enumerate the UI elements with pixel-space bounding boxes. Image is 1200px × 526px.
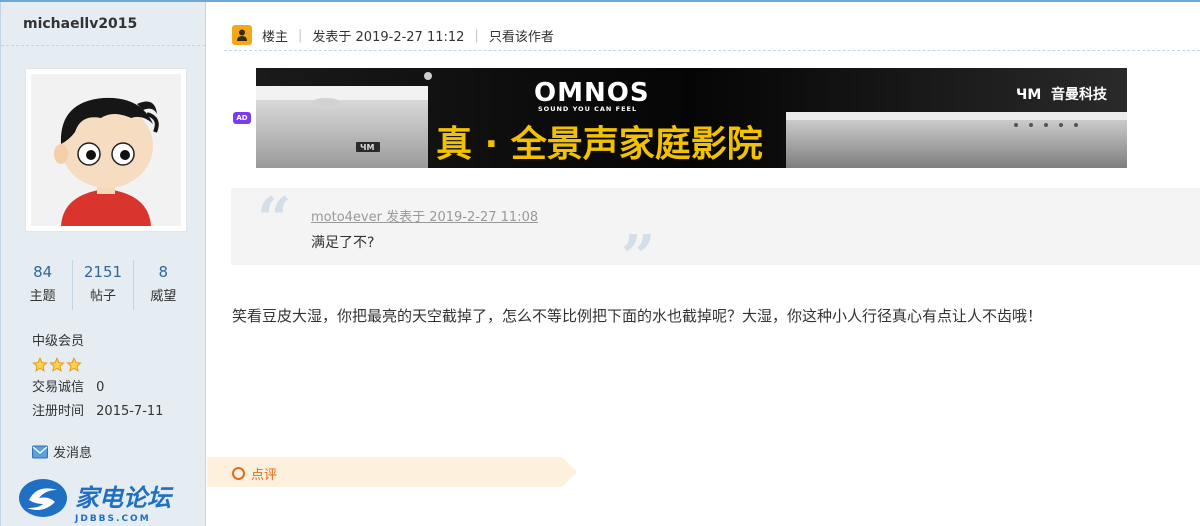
stat-label: 主题 xyxy=(29,289,56,304)
header-divider xyxy=(224,50,1200,51)
envelope-icon xyxy=(32,445,48,458)
stat-value: 84 xyxy=(33,263,53,281)
ad-banner-image: ЧМ OMNOS SOUND YOU CAN FEEL 真 · 全景声家庭影院 … xyxy=(256,68,1127,168)
stat-prestige[interactable]: 8 威望 xyxy=(132,260,193,310)
member-rank[interactable]: 中级会员 xyxy=(32,330,163,354)
trade-credit-value[interactable]: 0 xyxy=(96,380,104,395)
thread-owner-icon xyxy=(232,25,252,45)
company-mark: ЧМ xyxy=(1016,87,1041,103)
ad-banner[interactable]: ЧМ OMNOS SOUND YOU CAN FEEL 真 · 全景声家庭影院 … xyxy=(256,68,1127,168)
comment-icon xyxy=(232,467,245,480)
rank-stars xyxy=(32,354,163,376)
post-header: 楼主 | 发表于 2019-2-27 11:12 | 只看该作者 xyxy=(232,20,554,50)
brand-name: OMNOS xyxy=(534,78,650,108)
logo-domain: JDBBS.COM xyxy=(74,514,151,524)
register-date-label: 注册时间 xyxy=(32,404,85,419)
star-icon xyxy=(66,357,82,372)
site-logo[interactable]: 家电论坛 JDBBS.COM xyxy=(15,474,195,526)
thread-owner-label: 楼主 xyxy=(262,29,289,45)
open-quote-icon: “ xyxy=(257,185,292,255)
post-content: 笑看豆皮大湿，你把最亮的天空截掉了，怎么不等比例把下面的水也截掉呢？大湿，你这种… xyxy=(232,307,1043,325)
stat-threads[interactable]: 84 主题 xyxy=(13,260,72,310)
post-page: michaellv2015 84 主题 2151 帖子 8 威望 中级会员 交易… xyxy=(0,0,1200,526)
avatar[interactable] xyxy=(25,68,187,232)
author-stats: 84 主题 2151 帖子 8 威望 xyxy=(13,260,193,310)
stat-label: 威望 xyxy=(150,289,177,304)
avatar-cartoon-icon xyxy=(31,74,181,226)
author-sidebar: michaellv2015 84 主题 2151 帖子 8 威望 中级会员 交易… xyxy=(0,2,206,526)
stat-value: 2151 xyxy=(83,263,123,281)
send-message-link[interactable]: 发消息 xyxy=(32,442,92,461)
quote-author-link[interactable]: moto4ever 发表于 2019-2-27 11:08 xyxy=(311,206,538,225)
star-icon xyxy=(49,357,65,372)
trade-credit: 交易诚信 0 xyxy=(32,376,163,400)
register-date: 注册时间 2015-7-11 xyxy=(32,400,163,424)
logo-text: 家电论坛 xyxy=(75,484,174,512)
device-mark: ЧМ xyxy=(360,143,374,152)
stat-value: 8 xyxy=(158,263,169,281)
register-date-value: 2015-7-11 xyxy=(96,404,164,419)
divider: | xyxy=(474,27,479,43)
send-message-label: 发消息 xyxy=(53,446,93,461)
ad-badge: AD xyxy=(233,112,251,124)
star-icon xyxy=(32,357,48,372)
post-time: 发表于 2019-2-27 11:12 xyxy=(312,29,465,45)
author-profile: 中级会员 交易诚信 0 注册时间 2015-7-11 xyxy=(32,330,163,424)
divider: | xyxy=(298,27,303,43)
close-quote-icon: ” xyxy=(621,223,656,293)
quote-block: “ moto4ever 发表于 2019-2-27 11:08 满足了不? ” xyxy=(231,185,1200,288)
jdbbs-logo-icon: 家电论坛 JDBBS.COM xyxy=(19,479,174,524)
comment-label: 点评 xyxy=(251,468,278,483)
trade-credit-label: 交易诚信 xyxy=(32,380,85,395)
comment-button[interactable]: 点评 xyxy=(232,464,277,483)
ad-headline: 真 · 全景声家庭影院 xyxy=(436,123,763,165)
stat-posts[interactable]: 2151 帖子 xyxy=(72,260,132,310)
quote-text: 满足了不? xyxy=(311,235,375,251)
stat-label: 帖子 xyxy=(89,289,116,304)
brand-slogan: SOUND YOU CAN FEEL xyxy=(538,105,637,113)
company-name: 音曼科技 xyxy=(1051,86,1108,103)
only-author-link[interactable]: 只看该作者 xyxy=(489,26,554,45)
author-name[interactable]: michaellv2015 xyxy=(1,2,205,46)
